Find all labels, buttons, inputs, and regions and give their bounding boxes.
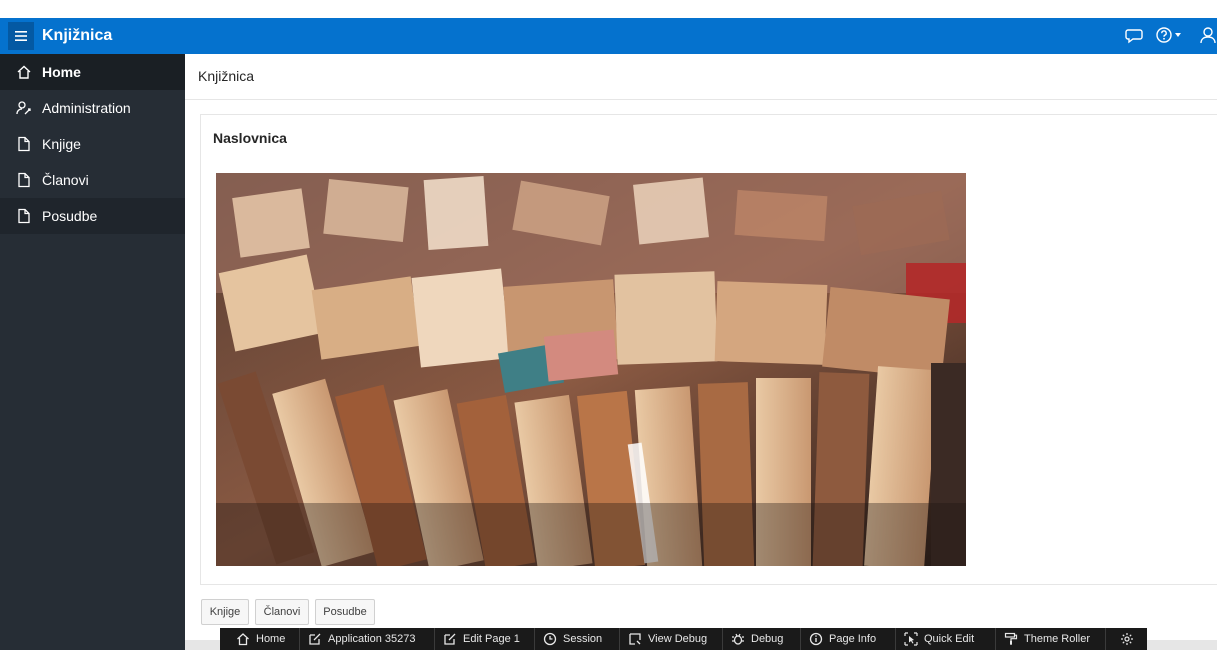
dev-page-info-button[interactable]: Page Info: [801, 628, 896, 650]
dev-item-label: Session: [563, 633, 603, 645]
dev-application-button[interactable]: Application 35273: [300, 628, 435, 650]
hero-image-books: [216, 173, 966, 566]
sidebar-item-home[interactable]: Home: [0, 54, 185, 90]
dev-quick-edit-button[interactable]: Quick Edit: [896, 628, 996, 650]
posudbe-button[interactable]: Posudbe: [315, 599, 375, 625]
top-strip: [0, 0, 1217, 18]
dev-debug-button[interactable]: Debug: [723, 628, 801, 650]
dev-item-label: Quick Edit: [924, 633, 975, 645]
user-icon: [1200, 27, 1216, 44]
help-circle-icon: [1156, 27, 1181, 43]
sidebar-item-knjige[interactable]: Knjige: [0, 126, 185, 162]
dev-edit-page-button[interactable]: Edit Page 1: [435, 628, 535, 650]
sidebar-item-clanovi[interactable]: Članovi: [0, 162, 185, 198]
sidebar-item-label: Članovi: [42, 172, 89, 188]
developer-toolbar: Home Application 35273 Edit Page 1 Sessi…: [220, 628, 1147, 650]
home-icon: [16, 64, 32, 80]
clock-icon: [543, 632, 557, 646]
view-debug-icon: [629, 633, 641, 645]
sidebar-item-administration[interactable]: Administration: [0, 90, 185, 126]
paint-roller-icon: [1004, 632, 1018, 645]
file-icon: [16, 136, 32, 152]
gear-icon: [1120, 633, 1133, 645]
sidebar-item-label: Home: [42, 64, 81, 80]
dev-item-label: Theme Roller: [1024, 633, 1091, 645]
horizontal-scrollbar-left[interactable]: [185, 640, 220, 650]
quick-edit-icon: [904, 632, 918, 646]
feedback-button[interactable]: [1125, 26, 1143, 44]
sidebar-item-posudbe[interactable]: Posudbe: [0, 198, 185, 234]
sidebar-item-label: Administration: [42, 100, 131, 116]
dev-view-debug-button[interactable]: View Debug: [620, 628, 723, 650]
user-wrench-icon: [16, 100, 32, 116]
clanovi-button[interactable]: Članovi: [255, 599, 309, 625]
sidebar-item-label: Posudbe: [42, 208, 98, 224]
info-icon: [809, 632, 823, 646]
knjige-button[interactable]: Knjige: [201, 599, 249, 625]
dev-item-label: Page Info: [829, 633, 877, 645]
app-title[interactable]: Knjižnica: [42, 18, 112, 54]
content-region: Naslovnica: [200, 114, 1217, 585]
dev-home-button[interactable]: Home: [220, 628, 300, 650]
dev-item-label: Edit Page 1: [463, 633, 520, 645]
edit-icon: [444, 633, 456, 645]
dev-item-label: Debug: [751, 633, 784, 645]
page-title: Knjižnica: [198, 68, 255, 84]
edit-square-icon: [309, 633, 321, 645]
menu-toggle-button[interactable]: [8, 22, 34, 50]
home-icon: [237, 633, 249, 646]
region-title: Naslovnica: [213, 130, 287, 146]
hamburger-icon: [15, 31, 27, 41]
dev-session-button[interactable]: Session: [535, 628, 620, 650]
chat-bubble-icon: [1125, 29, 1143, 44]
sidebar-nav: Home Administration Knjige Članovi Posud…: [0, 54, 185, 650]
books-image: [216, 173, 966, 566]
dev-settings-button[interactable]: [1106, 628, 1147, 650]
dev-item-label: Application 35273: [328, 633, 416, 645]
sidebar-item-label: Knjige: [42, 136, 81, 152]
breadcrumb-bar: Knjižnica: [185, 54, 1217, 100]
dev-theme-roller-button[interactable]: Theme Roller: [996, 628, 1106, 650]
horizontal-scrollbar-right[interactable]: [1147, 640, 1217, 650]
help-menu-button[interactable]: [1155, 26, 1183, 44]
file-icon: [16, 172, 32, 188]
dev-item-label: View Debug: [648, 633, 708, 645]
bug-icon: [732, 633, 744, 645]
file-icon: [16, 208, 32, 224]
app-header: Knjižnica: [0, 18, 1217, 54]
dev-item-label: Home: [256, 633, 286, 645]
user-menu-button[interactable]: [1200, 26, 1217, 44]
